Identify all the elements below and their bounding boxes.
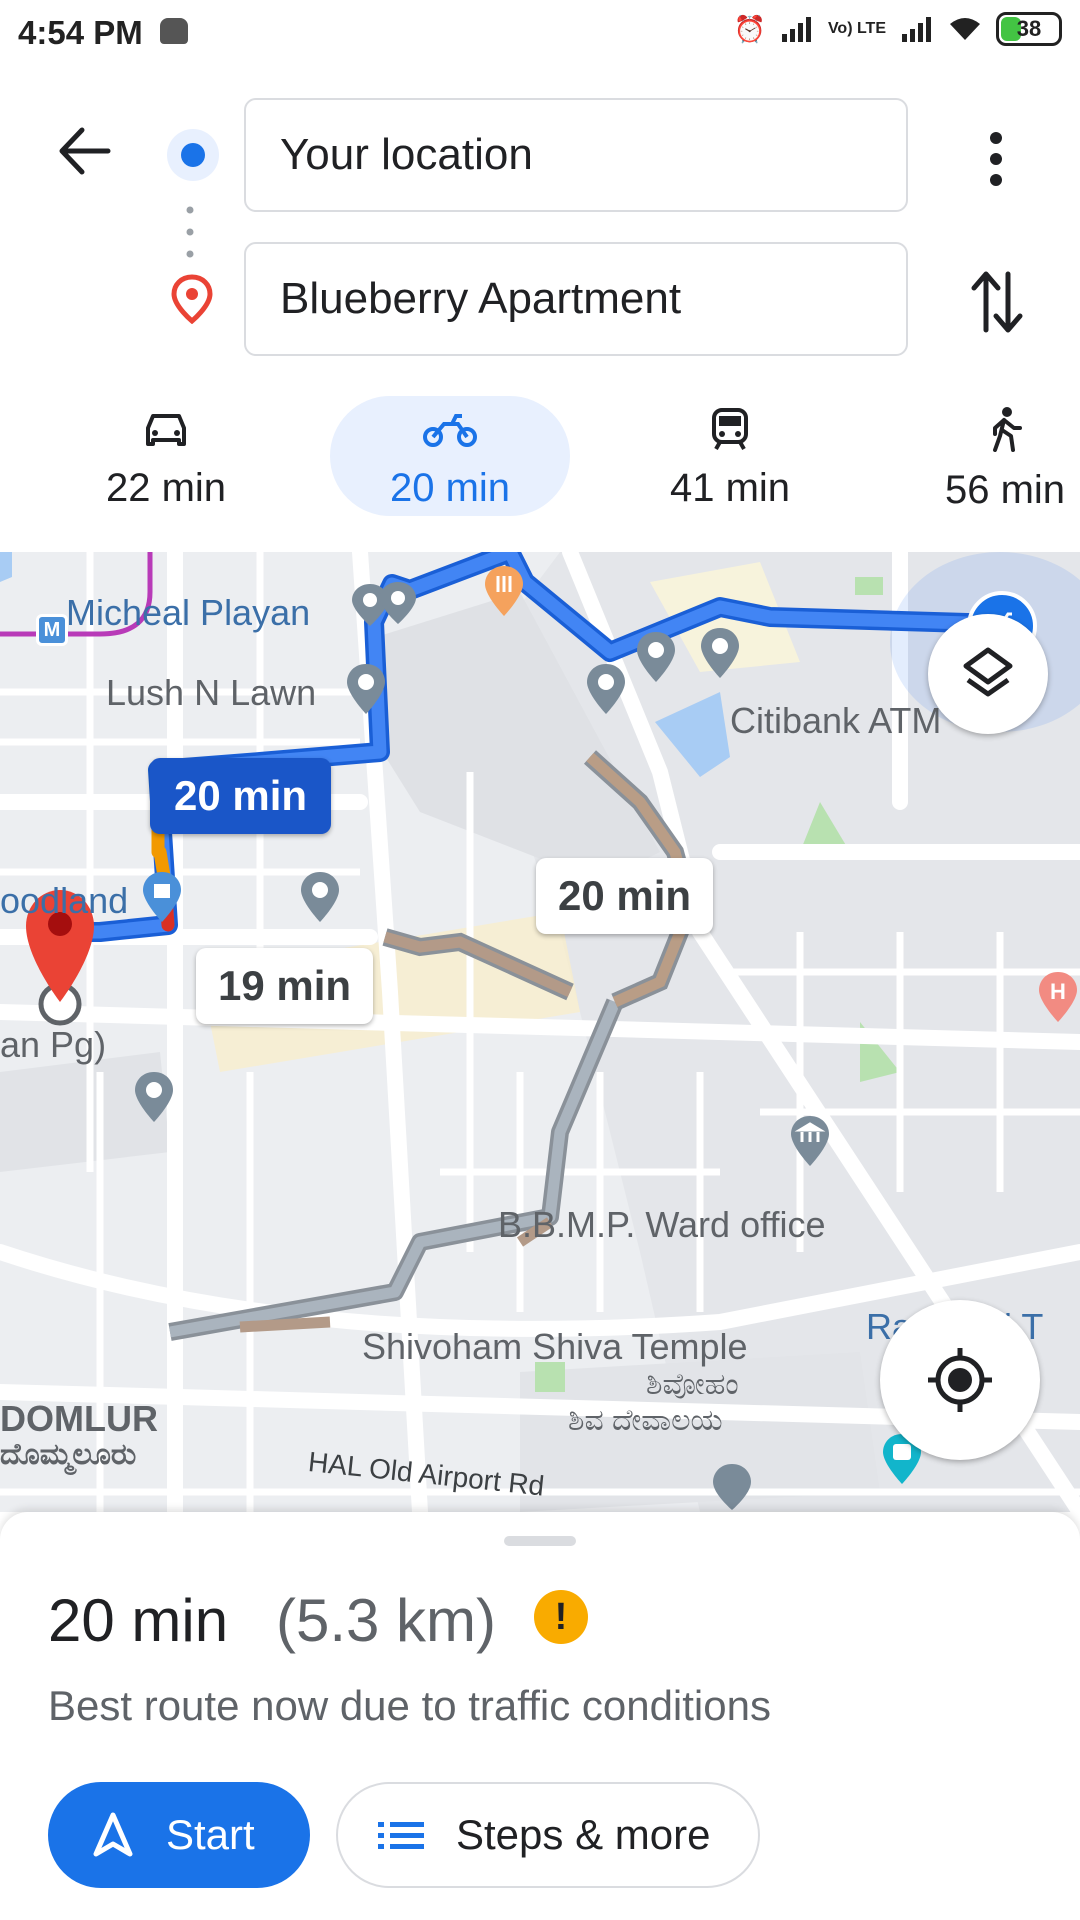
map-label-temple-kannada: ಶಿವೋಹಂ (646, 1368, 739, 1401)
layers-icon (963, 647, 1013, 697)
origin-input[interactable]: Your location (244, 98, 908, 212)
mode-car[interactable]: 22 min (86, 396, 246, 516)
mode-transit-label: 41 min (669, 466, 791, 510)
directions-header: Your location Blueberry Apartment (0, 72, 1080, 372)
map-label-temple: Shivoham Shiva Temple (362, 1326, 748, 1367)
more-options-icon[interactable] (984, 130, 1008, 188)
transit-icon (712, 408, 748, 450)
place-marker-icon[interactable] (584, 662, 628, 718)
mode-motorbike-label: 20 min (389, 466, 511, 510)
signal-icon (781, 17, 811, 42)
layers-button[interactable] (928, 614, 1048, 734)
route-time-bubble-alt[interactable]: 19 min (196, 948, 374, 1024)
start-button-label: Start (166, 1811, 255, 1858)
walk-icon (993, 407, 1022, 452)
mode-transit[interactable]: 41 min (650, 396, 810, 516)
drag-handle[interactable] (504, 1536, 576, 1546)
map-view[interactable]: H M Micheal Playan Lush N Lawn oodland a… (0, 552, 1080, 1512)
travel-modes: 22 min 20 min 41 min 56 min (0, 380, 1080, 530)
route-time-bubble-alt[interactable]: 20 min (536, 858, 714, 934)
map-label-domlur-kannada: ದೊಮ್ಮಲೂರು (0, 1438, 137, 1471)
volte-label: Vo) LTE (827, 20, 886, 37)
navigation-arrow-icon (93, 1812, 133, 1857)
signal-icon-2 (902, 17, 931, 42)
map-label-lush-n-lawn: Lush N Lawn (106, 672, 317, 713)
swap-icon[interactable] (970, 270, 1024, 334)
place-marker-icon[interactable] (350, 580, 440, 660)
route-time: 20 min (48, 1587, 229, 1654)
map-label-woodland: oodland (0, 880, 129, 921)
place-marker-icon[interactable] (698, 626, 742, 682)
map-label-micheal-playan: Micheal Playan (66, 592, 311, 633)
metro-station-icon[interactable]: M (36, 614, 68, 646)
place-marker-icon[interactable] (132, 1070, 176, 1126)
car-icon (146, 414, 186, 446)
origin-dot-icon (167, 129, 219, 181)
map-label-temple-kannada-2: ಶಿವ ದೇವಾಲಯ (568, 1404, 723, 1437)
bank-marker-icon[interactable] (788, 1114, 832, 1170)
route-time-bubble-selected[interactable]: 20 min (150, 758, 332, 834)
status-bar: 4:54 PM ⏰ Vo) LTE 38 (0, 0, 1080, 72)
mode-car-label: 22 min (105, 466, 227, 510)
android-notification-icon (160, 18, 188, 44)
temple-marker-icon[interactable] (710, 1462, 754, 1512)
back-arrow-icon[interactable] (56, 126, 112, 176)
mode-walk[interactable]: 56 min (930, 396, 1080, 516)
status-time: 4:54 PM (18, 14, 143, 51)
crosshair-icon (928, 1348, 992, 1412)
warning-icon[interactable]: ! (534, 1590, 588, 1644)
hospital-marker-letter: H (1050, 979, 1066, 1004)
steps-and-more-button[interactable]: Steps & more (336, 1782, 760, 1888)
wifi-icon (950, 18, 980, 40)
hospital-marker-icon[interactable]: H (1036, 970, 1080, 1026)
route-dots-icon (186, 206, 194, 258)
list-icon (378, 1822, 424, 1849)
place-marker-icon[interactable] (344, 662, 388, 718)
shopping-marker-icon[interactable] (140, 870, 184, 926)
route-distance: (5.3 km) (276, 1587, 497, 1654)
map-label-domlur: DOMLUR (0, 1398, 158, 1439)
start-button[interactable]: Start (48, 1782, 310, 1888)
battery-icon: 38 (996, 12, 1062, 46)
my-location-button[interactable] (880, 1300, 1040, 1460)
place-marker-icon[interactable] (634, 630, 678, 686)
map-label-citibank: Citibank ATM (730, 700, 942, 741)
restaurant-marker-icon[interactable] (482, 564, 526, 620)
alarm-icon: ⏰ (733, 13, 766, 44)
mode-walk-label: 56 min (944, 468, 1066, 512)
destination-pin-icon (171, 274, 213, 324)
mode-motorbike[interactable]: 20 min (330, 396, 570, 516)
map-label-bbmp: B.B.M.P. Ward office (498, 1204, 826, 1245)
steps-button-label: Steps & more (456, 1811, 711, 1858)
route-note: Best route now due to traffic conditions (48, 1682, 771, 1729)
place-marker-icon[interactable] (298, 870, 342, 926)
route-summary-sheet[interactable]: 20 min (5.3 km) ! Best route now due to … (0, 1512, 1080, 1920)
map-label-pg: an Pg) (0, 1024, 107, 1065)
status-icons: ⏰ Vo) LTE 38 (734, 12, 1062, 46)
destination-input[interactable]: Blueberry Apartment (244, 242, 908, 356)
motorbike-icon (423, 414, 477, 447)
